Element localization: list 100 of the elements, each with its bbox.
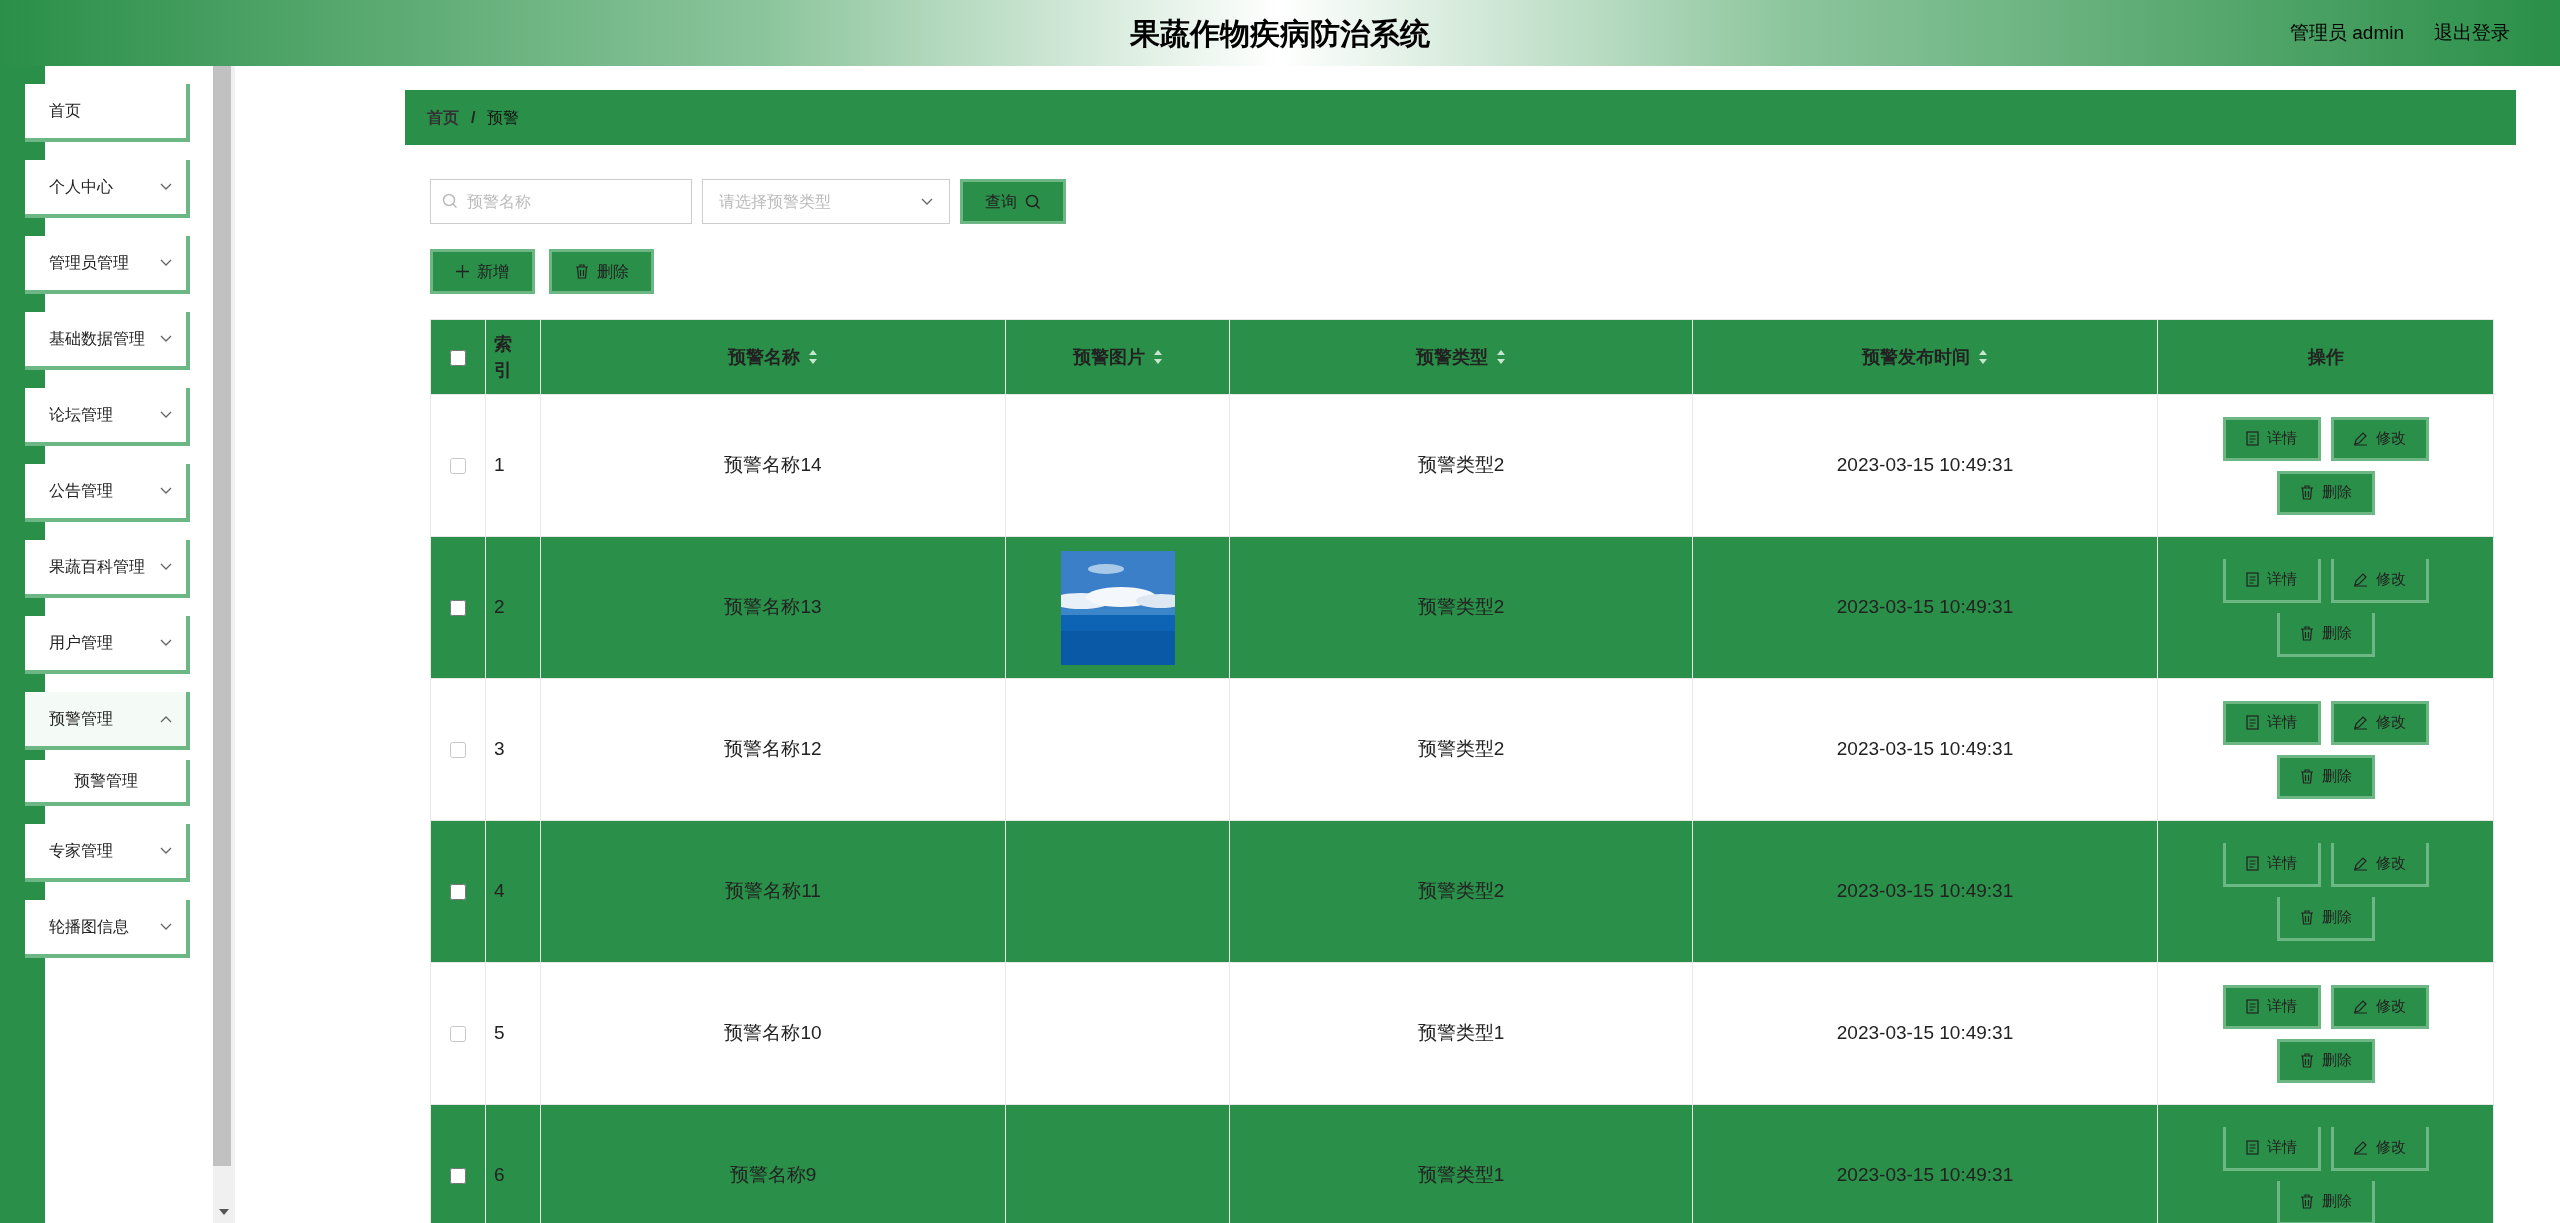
edit-button[interactable]: 修改 — [2330, 700, 2429, 745]
table-cell: 预警名称12 — [540, 678, 1006, 821]
breadcrumb-separator: / — [471, 107, 476, 128]
sidebar-item[interactable]: 轮播图信息 — [25, 900, 190, 958]
chevron-down-icon — [921, 197, 933, 206]
scrollbar[interactable] — [213, 66, 235, 1223]
table-cell: 4 — [485, 820, 541, 963]
sidebar-item[interactable]: 论坛管理 — [25, 388, 190, 446]
table-cell: 2023-03-15 10:49:31 — [1692, 820, 2158, 963]
detail-button[interactable]: 详情 — [2222, 416, 2321, 461]
sidebar-item[interactable]: 首页 — [25, 84, 190, 142]
query-button[interactable]: 查询 — [960, 179, 1066, 224]
column-header[interactable]: 预警名称 — [540, 319, 1006, 395]
table-cell: 预警名称13 — [540, 536, 1006, 679]
document-icon — [2246, 571, 2259, 587]
search-icon — [442, 193, 458, 209]
pencil-icon — [2353, 715, 2368, 730]
table-cell: 预警名称10 — [540, 962, 1006, 1105]
detail-button[interactable]: 详情 — [2222, 700, 2321, 745]
detail-button[interactable]: 详情 — [2222, 558, 2321, 603]
sort-icon[interactable] — [1496, 349, 1506, 365]
add-button[interactable]: 新增 — [430, 249, 535, 294]
table-cell: 2023-03-15 10:49:31 — [1692, 962, 2158, 1105]
detail-button[interactable]: 详情 — [2222, 842, 2321, 887]
app-title: 果蔬作物疾病防治系统 — [1130, 15, 1430, 52]
row-checkbox[interactable] — [450, 1168, 466, 1185]
table-cell: 预警类型2 — [1229, 394, 1693, 537]
user-label: 管理员 admin — [2289, 20, 2404, 45]
sidebar-item[interactable]: 管理员管理 — [25, 236, 190, 294]
scroll-down-icon[interactable] — [219, 1209, 229, 1215]
breadcrumb-link[interactable]: 首页 — [427, 105, 459, 130]
delete-button[interactable]: 删除 — [549, 249, 654, 294]
document-icon — [2246, 715, 2259, 730]
trash-icon — [2299, 1193, 2314, 1209]
chevron-down-icon — [160, 335, 172, 343]
sidebar-item[interactable]: 基础数据管理 — [25, 312, 190, 370]
table-cell: 预警类型1 — [1229, 962, 1693, 1105]
row-delete-button[interactable]: 删除 — [2276, 754, 2375, 799]
table-cell: 预警类型2 — [1229, 678, 1693, 821]
sidebar-item[interactable]: 专家管理 — [25, 824, 190, 882]
breadcrumb-link[interactable]: 预警 — [487, 105, 520, 130]
chevron-down-icon — [160, 847, 172, 855]
column-header: 操作 — [2157, 319, 2494, 395]
row-delete-button[interactable]: 删除 — [2276, 470, 2375, 515]
chevron-up-icon — [160, 715, 172, 723]
table-cell: 预警名称14 — [540, 394, 1006, 537]
logout-link[interactable]: 退出登录 — [2434, 18, 2510, 48]
sidebar-subitem[interactable]: 预警管理 — [25, 760, 190, 806]
name-search-field[interactable]: 预警名称 — [430, 179, 692, 224]
sort-icon[interactable] — [1152, 349, 1163, 365]
trash-icon — [2299, 625, 2314, 641]
table-cell: 2023-03-15 10:49:31 — [1692, 678, 2158, 821]
detail-button[interactable]: 详情 — [2222, 984, 2321, 1029]
row-delete-button[interactable]: 删除 — [2276, 612, 2375, 657]
select-all-checkbox[interactable] — [450, 349, 466, 366]
search-icon — [1025, 193, 1041, 210]
trash-icon — [2299, 769, 2314, 784]
trash-icon — [2299, 1053, 2314, 1068]
table-cell: 2023-03-15 10:49:31 — [1692, 394, 2158, 537]
row-checkbox[interactable] — [450, 884, 466, 901]
row-checkbox[interactable] — [450, 600, 466, 617]
document-icon — [2246, 431, 2259, 446]
document-icon — [2246, 1139, 2259, 1155]
column-header[interactable]: 预警类型 — [1229, 319, 1693, 395]
chevron-down-icon — [160, 923, 172, 931]
column-header[interactable]: 预警图片 — [1005, 319, 1230, 395]
table-cell: 2023-03-15 10:49:31 — [1692, 536, 2158, 679]
document-icon — [2246, 999, 2259, 1014]
column-header[interactable]: 预警发布时间 — [1692, 319, 2158, 395]
table-cell: 5 — [485, 962, 541, 1105]
chevron-down-icon — [160, 183, 172, 191]
column-header: 索引 — [485, 319, 541, 395]
detail-button[interactable]: 详情 — [2222, 1126, 2321, 1171]
sidebar-item[interactable]: 果蔬百科管理 — [25, 540, 190, 598]
edit-button[interactable]: 修改 — [2330, 558, 2429, 603]
chevron-down-icon — [160, 639, 172, 647]
table-cell: 预警名称11 — [540, 820, 1006, 963]
sort-icon[interactable] — [1978, 349, 1988, 365]
edit-button[interactable]: 修改 — [2330, 416, 2429, 461]
sidebar-item[interactable]: 公告管理 — [25, 464, 190, 522]
sidebar-item[interactable]: 个人中心 — [25, 160, 190, 218]
table-cell: 预警类型2 — [1229, 820, 1693, 963]
chevron-down-icon — [160, 411, 172, 419]
chevron-down-icon — [160, 487, 172, 495]
sidebar-item[interactable]: 用户管理 — [25, 616, 190, 674]
row-delete-button[interactable]: 删除 — [2276, 1180, 2375, 1223]
table-cell: 1 — [485, 394, 541, 537]
row-delete-button[interactable]: 删除 — [2276, 896, 2375, 941]
trash-icon — [574, 264, 589, 279]
row-delete-button[interactable]: 删除 — [2276, 1038, 2375, 1083]
table-cell: 预警类型2 — [1229, 536, 1693, 679]
pencil-icon — [2353, 571, 2368, 587]
pencil-icon — [2353, 855, 2368, 871]
plus-icon — [456, 265, 469, 278]
pencil-icon — [2353, 431, 2368, 446]
sidebar-item[interactable]: 预警管理 — [25, 692, 190, 750]
edit-button[interactable]: 修改 — [2330, 842, 2429, 887]
edit-button[interactable]: 修改 — [2330, 1126, 2429, 1171]
sort-icon[interactable] — [808, 349, 818, 365]
edit-button[interactable]: 修改 — [2330, 984, 2429, 1029]
